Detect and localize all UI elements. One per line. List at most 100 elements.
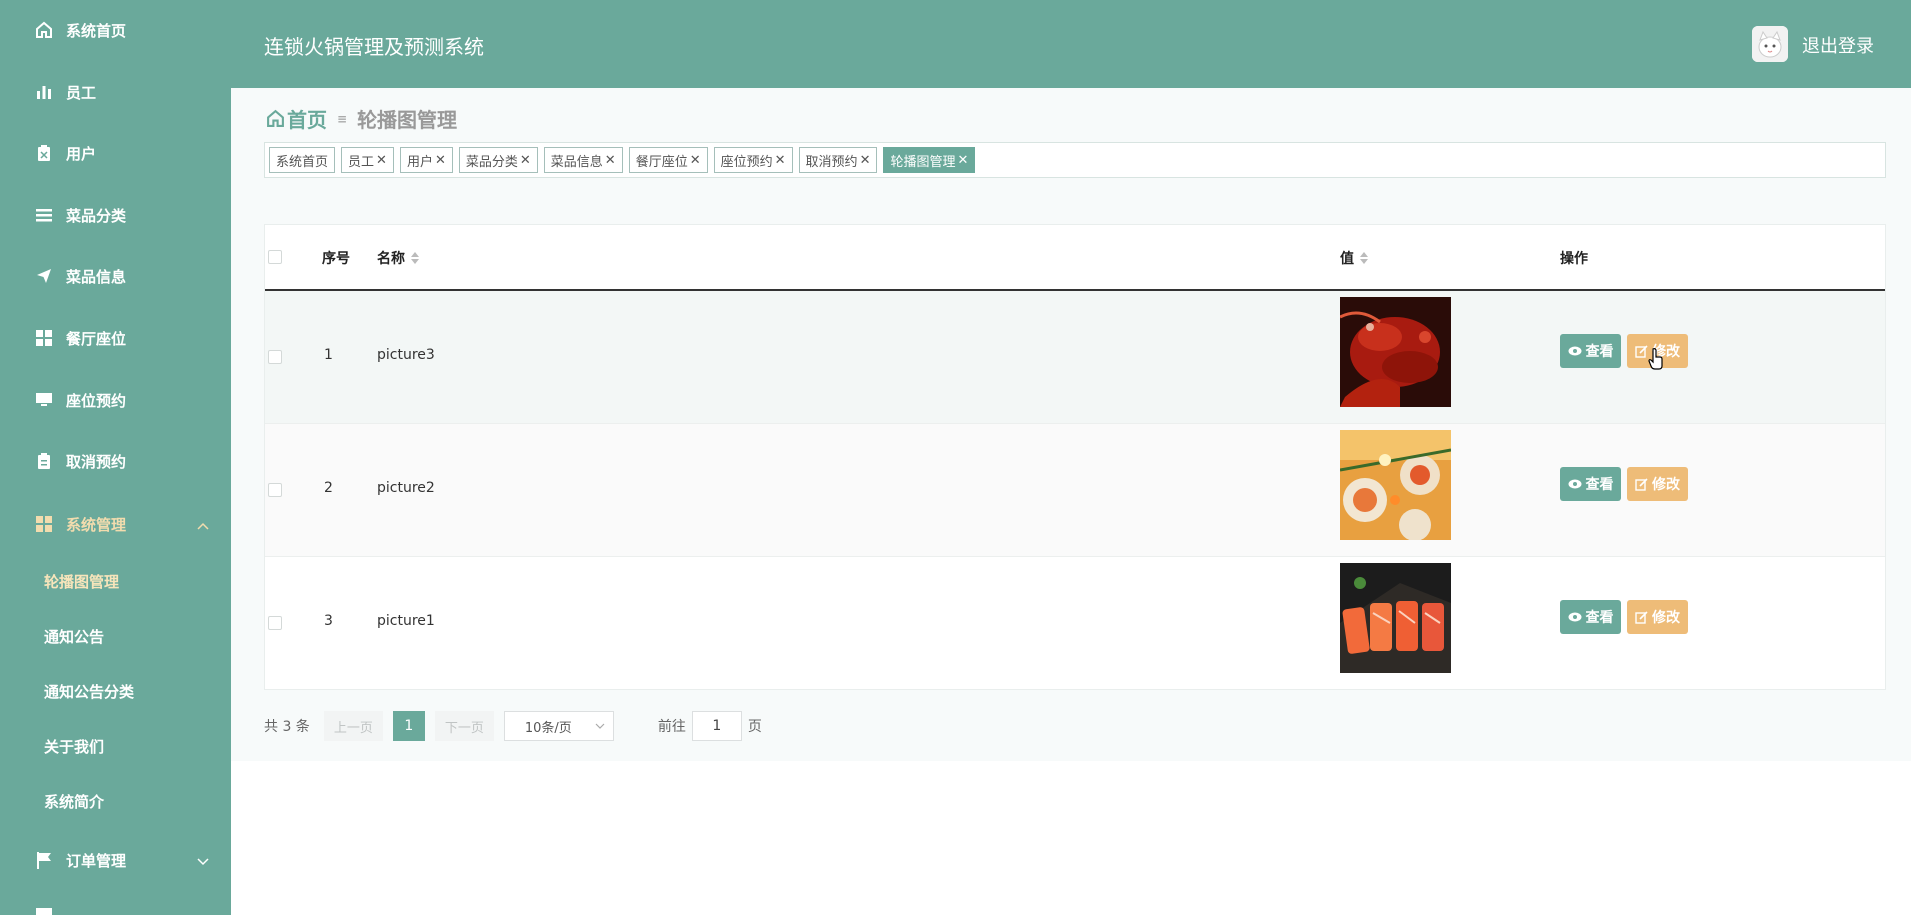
close-icon[interactable]: ✕ bbox=[435, 153, 446, 168]
column-header-actions: 操作 bbox=[1560, 251, 1588, 267]
tag-label: 菜品分类 bbox=[465, 154, 518, 170]
tag-label: 轮播图管理 bbox=[890, 154, 956, 170]
edit-button[interactable]: 修改 bbox=[1627, 600, 1688, 634]
eye-icon bbox=[1568, 612, 1581, 622]
sort-icon[interactable] bbox=[1360, 252, 1368, 264]
logout-button[interactable]: 退出登录 bbox=[1802, 32, 1874, 58]
close-icon[interactable]: ✕ bbox=[376, 153, 387, 168]
breadcrumb-home[interactable]: 首页 bbox=[266, 104, 327, 133]
chevron-up-icon bbox=[197, 516, 209, 534]
sidebar-item-dish-info[interactable]: 菜品信息 bbox=[0, 256, 231, 296]
sidebar-subitem-label: 通知公告分类 bbox=[44, 682, 135, 701]
row-name: picture3 bbox=[377, 347, 435, 363]
top-header: 连锁火锅管理及预测系统 退出登录 bbox=[231, 0, 1911, 88]
tag-staff[interactable]: 员工 ✕ bbox=[341, 147, 394, 173]
sidebar-item-system-management[interactable]: 系统管理 bbox=[0, 504, 231, 544]
sidebar-subitem-intro[interactable]: 系统简介 bbox=[44, 786, 104, 816]
page-size-select[interactable]: 10条/页 bbox=[503, 711, 614, 741]
table-row: 2 picture2 查看 修改 bbox=[265, 424, 1885, 557]
view-button-label: 查看 bbox=[1585, 477, 1614, 493]
home-icon bbox=[266, 109, 285, 128]
tag-seats[interactable]: 餐厅座位 ✕ bbox=[628, 147, 708, 173]
sidebar-subitem-label: 轮播图管理 bbox=[44, 572, 120, 591]
row-image-sushi-roll[interactable] bbox=[1340, 430, 1451, 540]
close-icon[interactable]: ✕ bbox=[690, 153, 701, 168]
close-icon[interactable]: ✕ bbox=[775, 153, 786, 168]
list-icon bbox=[34, 205, 54, 225]
close-icon[interactable]: ✕ bbox=[957, 153, 968, 168]
monitor-icon bbox=[34, 390, 54, 410]
row-checkbox[interactable] bbox=[268, 616, 282, 630]
table-row: 1 picture3 查看 修改 bbox=[265, 291, 1885, 424]
sidebar-item-users[interactable]: 用户 bbox=[0, 133, 231, 173]
goto-label: 前往 bbox=[657, 719, 686, 735]
column-header-value[interactable]: 值 bbox=[1340, 248, 1368, 268]
page-number-button[interactable]: 1 bbox=[392, 711, 425, 741]
edit-icon bbox=[1635, 610, 1648, 624]
breadcrumb-current: 轮播图管理 bbox=[357, 108, 458, 132]
view-button-label: 查看 bbox=[1585, 610, 1614, 626]
sidebar-item-reservation[interactable]: 座位预约 bbox=[0, 380, 231, 420]
sort-icon[interactable] bbox=[411, 252, 419, 264]
grid-icon bbox=[34, 514, 54, 534]
sidebar-item-dish-category[interactable]: 菜品分类 bbox=[0, 195, 231, 235]
sidebar-item-orders[interactable]: 订单管理 bbox=[0, 840, 231, 880]
tag-cancel-reservation[interactable]: 取消预约 ✕ bbox=[798, 147, 878, 173]
view-button[interactable]: 查看 bbox=[1560, 334, 1621, 368]
sidebar-item-home[interactable]: 系统首页 bbox=[0, 10, 231, 50]
sidebar-item-staff[interactable]: 员工 bbox=[0, 72, 231, 112]
sidebar-item-label: 座位预约 bbox=[66, 391, 127, 410]
tag-carousel[interactable]: 轮播图管理 ✕ bbox=[883, 147, 976, 173]
row-name: picture2 bbox=[377, 480, 435, 496]
close-icon[interactable]: ✕ bbox=[605, 153, 616, 168]
row-index: 1 bbox=[324, 347, 333, 363]
avatar[interactable] bbox=[1752, 26, 1788, 62]
edit-icon bbox=[1635, 477, 1648, 491]
sidebar-subitem-about[interactable]: 关于我们 bbox=[44, 731, 104, 761]
close-icon[interactable]: ✕ bbox=[520, 153, 531, 168]
sidebar-item-cancel-reservation[interactable]: 取消预约 bbox=[0, 441, 231, 481]
row-index: 2 bbox=[324, 480, 333, 496]
breadcrumb-separator-icon: ≡ bbox=[337, 111, 348, 126]
edit-button-label: 修改 bbox=[1652, 610, 1680, 626]
row-checkbox[interactable] bbox=[268, 350, 282, 364]
view-button-label: 查看 bbox=[1585, 344, 1614, 360]
sidebar-item-seats[interactable]: 餐厅座位 bbox=[0, 318, 231, 358]
row-name: picture1 bbox=[377, 613, 435, 629]
sidebar-item-label: 系统首页 bbox=[66, 21, 127, 40]
chevron-down-icon bbox=[595, 720, 605, 735]
sidebar-item-label: 订单管理 bbox=[66, 851, 127, 870]
tag-dish-info[interactable]: 菜品信息 ✕ bbox=[543, 147, 623, 173]
sidebar-subitem-notice-category[interactable]: 通知公告分类 bbox=[44, 676, 134, 706]
sidebar-subitem-notice[interactable]: 通知公告 bbox=[44, 621, 104, 651]
tag-home[interactable]: 系统首页 bbox=[269, 147, 336, 173]
sidebar-subitem-carousel[interactable]: 轮播图管理 bbox=[44, 566, 119, 596]
row-checkbox[interactable] bbox=[268, 483, 282, 497]
tag-label: 员工 bbox=[348, 154, 375, 170]
tag-users[interactable]: 用户 ✕ bbox=[399, 147, 453, 173]
sidebar-subitem-label: 通知公告 bbox=[44, 627, 105, 646]
tag-reservation[interactable]: 座位预约 ✕ bbox=[713, 147, 793, 173]
select-all-checkbox[interactable] bbox=[268, 250, 282, 264]
mouse-pointer-icon bbox=[1648, 347, 1666, 375]
row-image-lobster[interactable] bbox=[1340, 297, 1451, 407]
bar-chart-icon bbox=[34, 82, 54, 102]
tag-label: 菜品信息 bbox=[550, 154, 603, 170]
view-button[interactable]: 查看 bbox=[1560, 467, 1621, 501]
row-image-salmon-nigiri[interactable] bbox=[1340, 563, 1451, 673]
view-button[interactable]: 查看 bbox=[1560, 600, 1621, 634]
next-page-button[interactable]: 下一页 bbox=[434, 711, 494, 741]
tag-dish-category[interactable]: 菜品分类 ✕ bbox=[458, 147, 538, 173]
close-icon[interactable]: ✕ bbox=[860, 153, 871, 168]
eye-icon bbox=[1568, 346, 1581, 356]
tag-label: 餐厅座位 bbox=[635, 154, 688, 170]
goto-page-input[interactable] bbox=[691, 711, 742, 741]
column-header-label: 名称 bbox=[377, 251, 405, 267]
page-unit-label: 页 bbox=[747, 719, 762, 735]
sidebar-item-label: 菜品信息 bbox=[66, 267, 127, 286]
column-header-name[interactable]: 名称 bbox=[377, 248, 419, 268]
column-header-label: 值 bbox=[1340, 251, 1354, 267]
edit-button[interactable]: 修改 bbox=[1627, 467, 1688, 501]
tag-label: 取消预约 bbox=[805, 154, 858, 170]
prev-page-button[interactable]: 上一页 bbox=[323, 711, 383, 741]
